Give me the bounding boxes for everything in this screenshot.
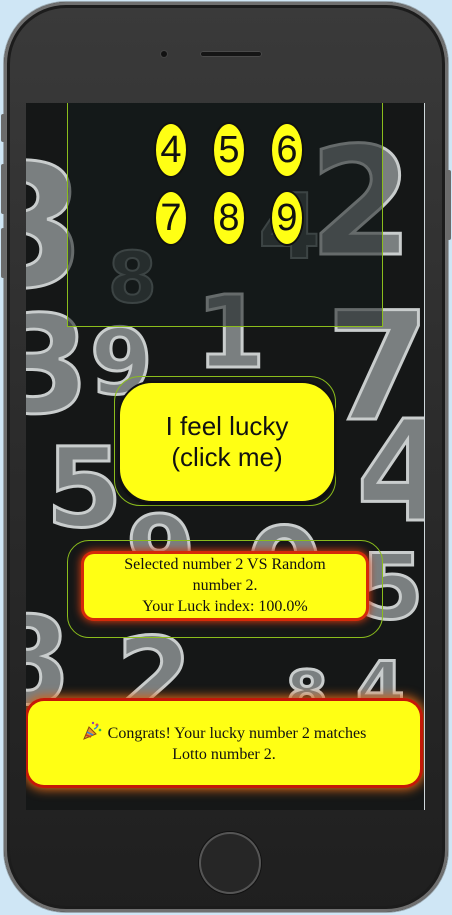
app-screen: 3 8 4 2 3 9 1 7 5 4 9 0 5 8 2 8 4 4 5 6 … bbox=[26, 103, 425, 810]
volume-down-button bbox=[1, 228, 6, 278]
result-panel: Selected number 2 VS Random number 2. Yo… bbox=[84, 554, 366, 618]
congrats-message-line2: Lotto number 2. bbox=[172, 746, 276, 763]
result-comparison-line2: number 2. bbox=[192, 577, 258, 594]
number-keypad: 4 5 6 7 8 9 bbox=[67, 103, 383, 327]
party-popper-icon bbox=[82, 721, 102, 741]
front-camera bbox=[161, 51, 167, 57]
i-feel-lucky-button[interactable]: I feel lucky (click me) bbox=[118, 381, 336, 503]
lucky-button-label-line2: (click me) bbox=[171, 442, 283, 472]
number-button-7[interactable]: 7 bbox=[154, 190, 188, 246]
background-number: 4 bbox=[354, 401, 424, 544]
congrats-banner: Congrats! Your lucky number 2 matches Lo… bbox=[28, 701, 420, 785]
home-button[interactable] bbox=[199, 832, 261, 894]
number-button-4[interactable]: 4 bbox=[154, 122, 188, 178]
congrats-message-line1: Congrats! Your lucky number 2 matches bbox=[107, 725, 367, 742]
result-comparison-line1: Selected number 2 VS Random bbox=[124, 556, 326, 573]
silent-switch bbox=[1, 114, 6, 142]
volume-up-button bbox=[1, 164, 6, 214]
number-button-9[interactable]: 9 bbox=[270, 190, 304, 246]
congrats-line1-row: Congrats! Your lucky number 2 matches bbox=[28, 721, 420, 744]
result-container: Selected number 2 VS Random number 2. Yo… bbox=[67, 540, 383, 638]
lucky-button-container: I feel lucky (click me) bbox=[114, 376, 336, 506]
luck-index-text: Your Luck index: 100.0% bbox=[142, 598, 308, 615]
number-button-8[interactable]: 8 bbox=[212, 190, 246, 246]
number-button-5[interactable]: 5 bbox=[212, 122, 246, 178]
power-button bbox=[446, 170, 451, 240]
earpiece-speaker bbox=[200, 51, 262, 57]
lucky-button-label-line1: I feel lucky bbox=[165, 411, 289, 441]
background-number: 5 bbox=[45, 424, 125, 552]
number-button-6[interactable]: 6 bbox=[270, 122, 304, 178]
